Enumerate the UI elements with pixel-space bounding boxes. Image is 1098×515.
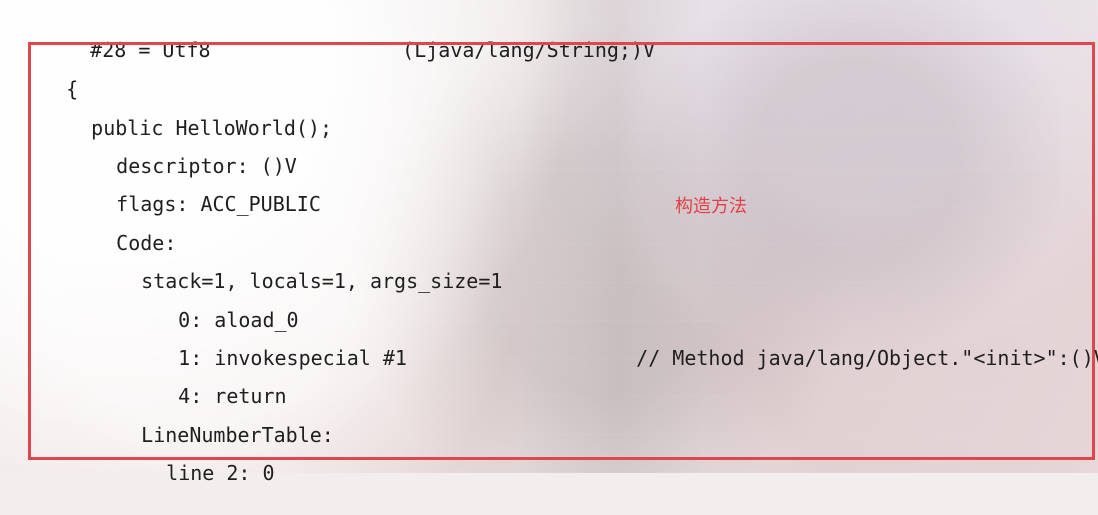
code-line-aload: 0: aload_0 — [178, 308, 299, 332]
code-line-descriptor: descriptor: ()V — [116, 154, 297, 178]
code-line-constructor-signature: public HelloWorld(); — [91, 116, 332, 140]
code-line-invokespecial: 1: invokespecial #1 — [178, 346, 407, 370]
constant-pool-value: (Ljava/lang/String;)V — [354, 8, 655, 62]
code-line-open-brace: { — [66, 77, 79, 101]
code-line-code-label: Code: — [116, 231, 177, 255]
bytecode-view: #28 = Utf8 (Ljava/lang/String;)V { publi… — [18, 0, 1098, 485]
constructor-annotation: 构造方法 — [675, 196, 747, 217]
code-line-line-number-table: LineNumberTable: — [141, 423, 334, 447]
code-line-comment: // Method java/lang/Object."<init>":()V — [636, 346, 1098, 370]
code-line-flags: flags: ACC_PUBLIC — [116, 192, 321, 216]
code-line-return: 4: return — [178, 384, 287, 408]
constant-pool-entry: #28 = Utf8 — [42, 8, 210, 62]
code-line-line-mapping: line 2: 0 — [166, 461, 275, 485]
code-line-stack-info: stack=1, locals=1, args_size=1 — [141, 269, 503, 293]
